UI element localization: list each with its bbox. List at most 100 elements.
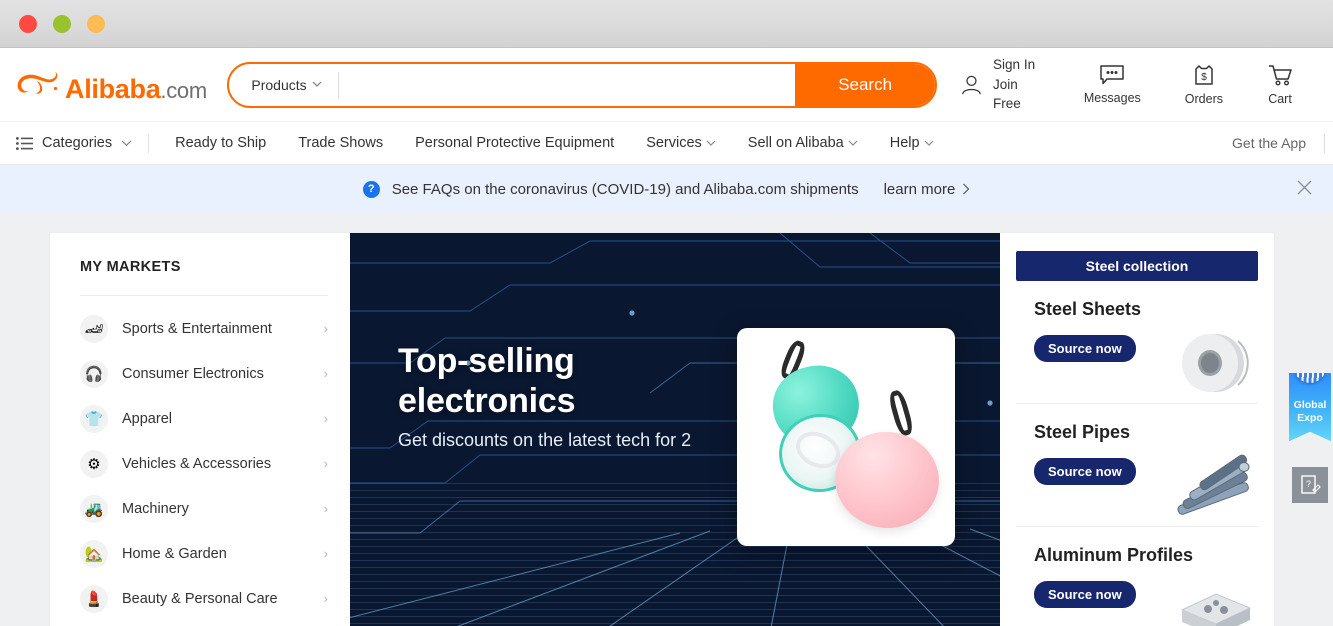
search-category-dropdown[interactable]: Products xyxy=(229,64,337,106)
logo-wordmark: Alibaba xyxy=(65,73,161,104)
apparel-thumb: 👕 xyxy=(80,404,108,433)
source-now-button[interactable]: Source now xyxy=(1034,581,1136,608)
nav-label: Help xyxy=(889,135,920,151)
alibaba-logo[interactable]: Alibaba.com xyxy=(14,67,211,103)
my-markets-list: 🏎 Sports & Entertainment › 🎧 Consumer Electr… xyxy=(80,306,328,621)
nav-right-divider xyxy=(1324,133,1325,153)
market-item-label: Apparel xyxy=(122,410,172,427)
window-maximize-button[interactable] xyxy=(87,14,105,33)
steel-item-title: Steel Sheets xyxy=(1034,299,1142,319)
nav-label: Trade Shows xyxy=(298,135,384,151)
sign-in-link[interactable]: Sign In xyxy=(993,55,1040,75)
window-close-button[interactable] xyxy=(19,14,37,33)
chevron-right-icon: › xyxy=(323,546,328,561)
market-item[interactable]: 💄 Beauty & Personal Care › xyxy=(80,576,328,621)
learn-more-label: learn more xyxy=(883,180,956,198)
join-free-link[interactable]: Join Free xyxy=(993,75,1040,114)
cart-button[interactable]: Cart xyxy=(1245,64,1315,106)
aluminum-profiles-image xyxy=(1170,568,1256,626)
chevron-right-icon: › xyxy=(323,411,328,426)
market-item[interactable]: 🎧 Consumer Electronics › xyxy=(80,351,328,396)
get-the-app-link[interactable]: Get the App xyxy=(1214,135,1324,151)
nav-label: Sell on Alibaba xyxy=(747,135,844,151)
global-expo-line2: Expo xyxy=(1297,412,1323,425)
categories-label: Categories xyxy=(42,135,113,151)
feedback-button[interactable]: ? xyxy=(1292,467,1328,504)
source-now-button[interactable]: Source now xyxy=(1034,335,1136,362)
steel-coil-image xyxy=(1170,321,1256,397)
search-input[interactable] xyxy=(338,63,796,106)
market-item-label: Consumer Electronics xyxy=(122,365,264,382)
hamburger-icon xyxy=(16,136,33,150)
machinery-thumb: 🚜 xyxy=(80,494,108,523)
header-right-actions: Sign In Join Free Messages $ Orders Cart xyxy=(937,55,1315,114)
market-item[interactable]: 👕 Apparel › xyxy=(80,396,328,441)
account-menu[interactable]: Sign In Join Free xyxy=(937,55,1062,114)
chevron-right-icon: › xyxy=(323,591,328,606)
market-item[interactable]: ⚙ Vehicles & Accessories › xyxy=(80,441,328,486)
steel-item-title: Aluminum Profiles xyxy=(1034,545,1194,565)
page-body: MY MARKETS 🏎 Sports & Entertainment › 🎧 Cons… xyxy=(0,213,1333,626)
svg-text:?: ? xyxy=(1306,479,1311,489)
steel-collection-item[interactable]: Steel Pipes Source now xyxy=(1016,404,1258,527)
search-button[interactable]: Search xyxy=(795,63,936,106)
learn-more-link[interactable]: learn more xyxy=(884,181,971,198)
nav-right-section: Get the App xyxy=(1214,133,1333,153)
alibaba-logo-icon xyxy=(14,67,60,102)
global-expo-badge[interactable]: Global Expo xyxy=(1289,373,1331,442)
market-item-label: Sports & Entertainment xyxy=(122,320,272,337)
nav-item-sell-on-alibaba[interactable]: Sell on Alibaba xyxy=(732,135,874,151)
market-item[interactable]: 🏎 Sports & Entertainment › xyxy=(80,306,328,351)
vehicles-thumb: ⚙ xyxy=(80,449,108,478)
messages-button[interactable]: Messages xyxy=(1062,64,1163,105)
logo-tld: .com xyxy=(160,77,207,103)
messages-label: Messages xyxy=(1083,91,1141,105)
nav-item-personal-protective-equipment[interactable]: Personal Protective Equipment xyxy=(399,135,630,151)
nav-item-services[interactable]: Services xyxy=(630,135,732,151)
global-expo-line1: Global xyxy=(1293,399,1327,411)
categories-menu[interactable]: Categories xyxy=(10,135,148,151)
steel-collection-item[interactable]: Aluminum Profiles Source now xyxy=(1016,527,1258,626)
hero-banner[interactable]: Top-selling electronics Get discounts on… xyxy=(350,233,1000,626)
hero-title-line2: electronics xyxy=(398,382,576,421)
info-icon: ? xyxy=(362,180,380,198)
svg-text:$: $ xyxy=(1201,72,1207,83)
nav-label: Personal Protective Equipment xyxy=(415,135,615,151)
globe-icon xyxy=(1294,373,1326,383)
nav-item-trade-shows[interactable]: Trade Shows xyxy=(282,135,399,151)
nav-item-help[interactable]: Help xyxy=(874,135,950,151)
cart-icon xyxy=(1269,64,1292,86)
nav-divider xyxy=(148,133,150,153)
user-icon xyxy=(962,75,981,94)
steel-pipes-image xyxy=(1170,444,1256,520)
window-titlebar xyxy=(0,0,1333,48)
site-header: Alibaba.com Products Search Sign In Join… xyxy=(0,48,1333,121)
nav-label: Ready to Ship xyxy=(175,135,267,151)
homepage-main-card: MY MARKETS 🏎 Sports & Entertainment › 🎧 Cons… xyxy=(50,233,1274,626)
chevron-down-icon xyxy=(121,140,132,146)
steel-collection-item[interactable]: Steel Sheets Source now xyxy=(1016,281,1258,404)
chevron-down-icon xyxy=(312,81,322,87)
beauty-thumb: 💄 xyxy=(80,584,108,613)
search-category-label: Products xyxy=(251,76,307,93)
chevron-right-icon: › xyxy=(323,456,328,471)
market-item[interactable]: 🏡 Home & Garden › xyxy=(80,531,328,576)
steel-collection-rail: Steel collection Steel Sheets Source now S… xyxy=(1000,233,1274,626)
covid-banner-text: See FAQs on the coronavirus (COVID-19) a… xyxy=(391,180,859,198)
market-item[interactable]: 🚜 Machinery › xyxy=(80,486,328,531)
main-navigation: Categories Ready to Ship Trade Shows Per… xyxy=(0,121,1333,165)
orders-button[interactable]: $ Orders xyxy=(1163,64,1245,106)
messages-icon xyxy=(1100,65,1125,85)
source-now-button[interactable]: Source now xyxy=(1034,458,1136,485)
chevron-down-icon xyxy=(848,140,858,146)
my-markets-sidebar: MY MARKETS 🏎 Sports & Entertainment › 🎧 Cons… xyxy=(50,233,350,626)
orders-icon: $ xyxy=(1195,64,1213,85)
steel-collection-list: Steel Sheets Source now Steel Pipes Source … xyxy=(1016,281,1258,626)
home-garden-thumb: 🏡 xyxy=(80,539,108,568)
nav-item-ready-to-ship[interactable]: Ready to Ship xyxy=(159,135,282,151)
floating-widgets: Global Expo ? xyxy=(1287,373,1333,504)
window-minimize-button[interactable] xyxy=(53,14,71,33)
hero-product-card[interactable] xyxy=(737,328,955,546)
banner-close-button[interactable] xyxy=(1296,179,1313,200)
covid-banner: ? See FAQs on the coronavirus (COVID-19)… xyxy=(0,165,1333,213)
